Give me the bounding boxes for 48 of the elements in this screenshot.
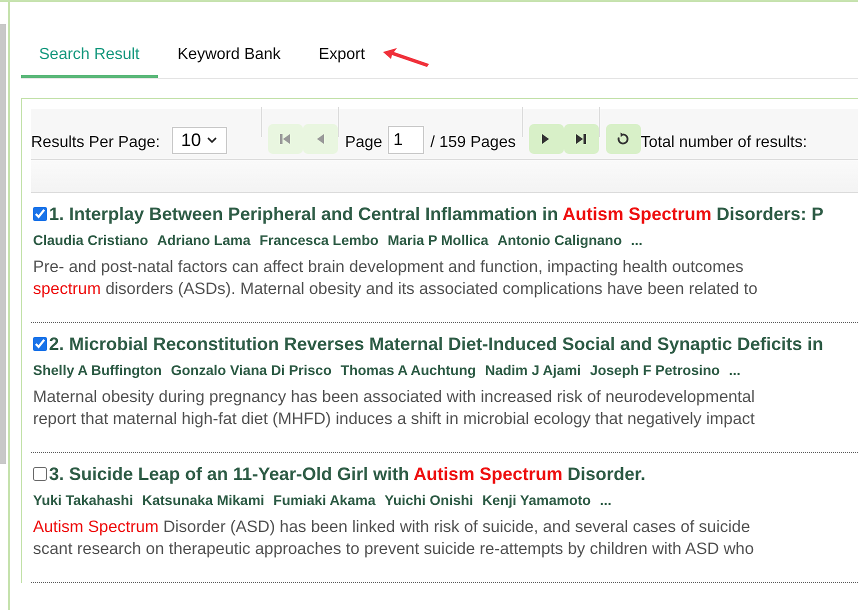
arrow-icon bbox=[382, 48, 429, 68]
author-link[interactable]: Francesca Lembo bbox=[260, 232, 379, 248]
chevron-down-icon bbox=[206, 137, 217, 144]
author-link[interactable]: Maria P Mollica bbox=[388, 232, 488, 248]
skip-forward-icon bbox=[574, 132, 588, 146]
author-link[interactable]: Gonzalo Viana Di Prisco bbox=[170, 362, 332, 378]
author-link[interactable]: ... bbox=[600, 492, 612, 508]
last-page-button[interactable] bbox=[564, 124, 599, 154]
total-results-label: Total number of results: bbox=[640, 133, 808, 153]
abstract-line: Pre- and post-natal factors can affect brain development and function, impacting health outcomes bbox=[33, 257, 745, 278]
per-page-label: Results Per Page: bbox=[31, 133, 160, 153]
abstract-line: scant research on therapeutic approaches to prevent suicide re-attempts by children with ASD who bbox=[33, 539, 755, 560]
result-title[interactable]: 2. Microbial Reconstitution Reverses Maternal Diet-Induced Social and Synaptic Deficits in bbox=[49, 334, 824, 354]
abstract-line: report that maternal high-fat diet (MHFD) induces a shift in microbial ecology that negatively impact bbox=[33, 409, 756, 430]
page-number-field[interactable]: 1 bbox=[388, 126, 424, 154]
result-title[interactable]: 3. Suicide Leap of an 11-Year-Old Girl with Autism Spectrum Disorder. bbox=[49, 464, 646, 484]
page-label: Page bbox=[344, 133, 382, 153]
refresh-button[interactable] bbox=[606, 124, 641, 154]
author-link[interactable]: ... bbox=[728, 362, 741, 378]
author-link[interactable]: ... bbox=[630, 232, 643, 248]
author-link[interactable]: Thomas A Auchtung bbox=[340, 362, 476, 378]
refresh-icon bbox=[616, 132, 630, 146]
author-link[interactable]: Antonio Calignano bbox=[497, 232, 622, 248]
tab[interactable]: Keyword Bank bbox=[160, 46, 299, 78]
author-link[interactable]: Nadim J Ajami bbox=[484, 362, 581, 378]
author-link[interactable]: Claudia Cristiano bbox=[33, 232, 148, 248]
author-link[interactable]: Shelly A Buffington bbox=[33, 362, 162, 378]
author-link[interactable]: Katsunaka Mikami bbox=[142, 492, 264, 508]
per-page-select[interactable]: 10 bbox=[172, 127, 227, 154]
tab[interactable]: Export bbox=[300, 46, 383, 78]
abstract-line: Maternal obesity during pregnancy has been associated with increased risk of neurodevelopmental bbox=[33, 387, 756, 408]
scrollbar[interactable] bbox=[0, 24, 6, 464]
skip-back-icon bbox=[279, 132, 292, 146]
abstract-line: spectrum disorders (ASDs). Maternal obesity and its associated complications have been related to bbox=[33, 279, 759, 300]
author-link[interactable]: Yuichi Onishi bbox=[384, 492, 474, 508]
select-checkbox[interactable] bbox=[33, 337, 47, 351]
author-link[interactable]: Yuki Takahashi bbox=[33, 492, 134, 508]
result-title[interactable]: 1. Interplay Between Peripheral and Central Inflammation in Autism Spectrum Disorders: P bbox=[49, 204, 824, 224]
tab[interactable]: Search Result bbox=[21, 46, 158, 78]
author-link[interactable]: Joseph F Petrosino bbox=[590, 362, 720, 378]
select-checkbox[interactable] bbox=[33, 207, 47, 221]
next-page-button[interactable] bbox=[528, 124, 564, 154]
select-checkbox[interactable] bbox=[33, 467, 47, 481]
author-link[interactable]: Adriano Lama bbox=[157, 232, 250, 248]
page-count: / 159 Pages bbox=[430, 133, 516, 153]
author-link[interactable]: Kenji Yamamoto bbox=[482, 492, 591, 508]
author-link[interactable]: Fumiaki Akama bbox=[273, 492, 376, 508]
abstract-line: Autism Spectrum Disorder (ASD) has been linked with risk of suicide, and several cases of suicide bbox=[33, 517, 752, 538]
